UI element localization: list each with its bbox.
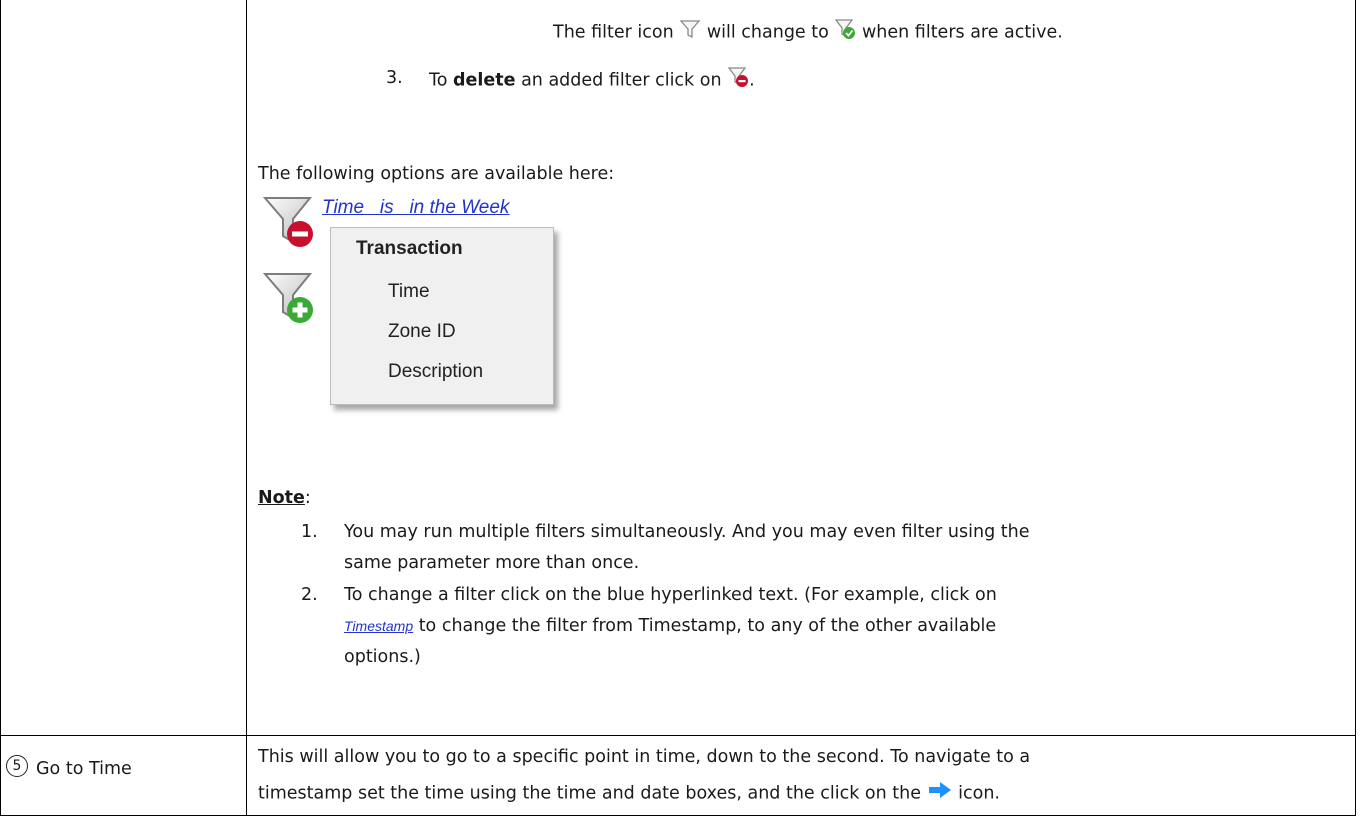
filter-add-icon-large — [262, 268, 322, 328]
row-5-line-2: timestamp set the time using the time an… — [258, 780, 1000, 807]
filter-icon-line: The filter icon will change to when filt… — [553, 18, 1063, 47]
note-2-line-2: Timestamp to change the filter from Time… — [344, 616, 997, 636]
menu-header-transaction: Transaction — [356, 238, 463, 259]
table-row-separator — [0, 735, 1356, 736]
filter-icon — [679, 18, 701, 47]
note-1-number: 1. — [301, 522, 318, 542]
note-heading: Note: — [258, 488, 311, 508]
filter-active-icon — [834, 18, 856, 47]
filter-field-menu: Transaction Time Zone ID Description — [330, 227, 554, 405]
menu-item-time[interactable]: Time — [388, 281, 430, 303]
menu-item-description[interactable]: Description — [388, 361, 483, 383]
filter-delete-icon — [727, 66, 749, 95]
table-border-right — [1355, 0, 1356, 816]
filter-delete-icon-large — [262, 192, 322, 252]
circled-number-5: 5 — [6, 755, 28, 777]
note-1-line-1: You may run multiple filters simultaneou… — [344, 522, 1030, 542]
note-2-line-3: options.) — [344, 647, 421, 667]
delete-keyword: delete — [453, 70, 516, 91]
table-border-divider — [246, 0, 247, 816]
step-3-text: To delete an added filter click on . — [429, 66, 755, 95]
row-5-line-1: This will allow you to go to a specific … — [258, 747, 1031, 767]
filter-condition-link[interactable]: Time is in the Week — [322, 196, 509, 220]
note-2-line-1: To change a filter click on the blue hyp… — [344, 585, 997, 605]
note-1-line-2: same parameter more than once. — [344, 553, 640, 573]
row-5-label: 5 Go to Time — [6, 755, 132, 781]
table-border-left — [0, 0, 1, 816]
step-3-number: 3. — [386, 68, 403, 88]
arrow-right-icon — [927, 780, 953, 807]
menu-item-zone-id[interactable]: Zone ID — [388, 321, 456, 343]
document-page: The filter icon will change to when filt… — [0, 0, 1362, 816]
note-2-number: 2. — [301, 585, 318, 605]
options-intro: The following options are available here… — [258, 164, 615, 184]
timestamp-link[interactable]: Timestamp — [344, 618, 413, 634]
